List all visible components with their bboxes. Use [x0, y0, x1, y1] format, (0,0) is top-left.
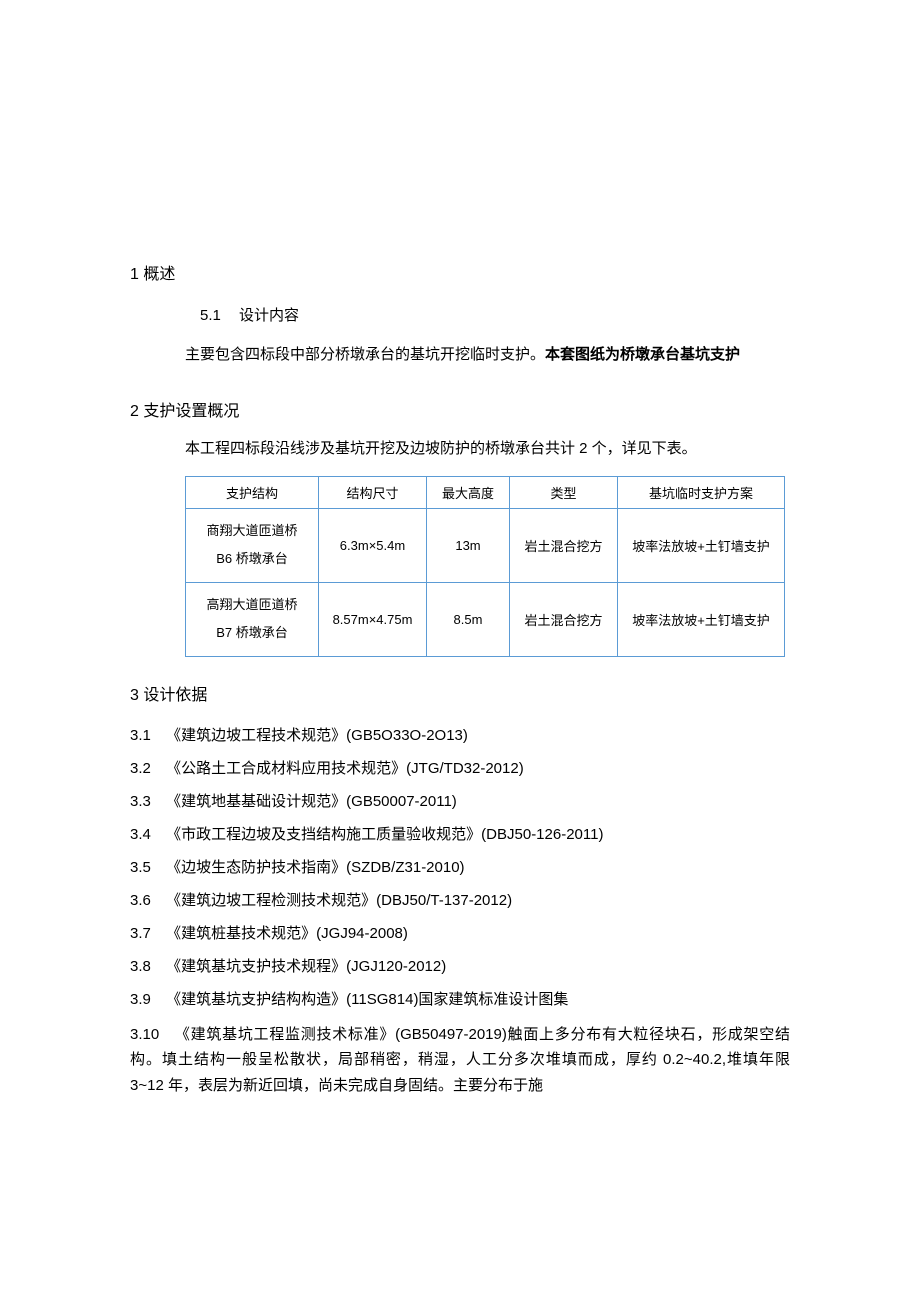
table-row: 商翔大道匝道桥 B6 桥墩承台 6.3m×5.4m 13m 岩土混合挖方 坡率法… — [186, 508, 785, 582]
reference-text: 《市政工程边坡及支挡结构施工质量验收规范》(DBJ50-126-2011) — [166, 826, 603, 843]
cell-line: B7 桥墩承台 — [216, 625, 288, 640]
reference-item: 3.2 《公路土工合成材料应用技术规范》(JTG/TD32-2012) — [130, 752, 790, 785]
table-row: 高翔大道匝道桥 B7 桥墩承台 8.57m×4.75m 8.5m 岩土混合挖方 … — [186, 582, 785, 656]
cell-plan: 坡率法放坡+土钉墙支护 — [618, 508, 785, 582]
section-1-heading: 1 概述 — [130, 260, 790, 284]
cell-height: 13m — [427, 508, 510, 582]
support-table: 支护结构 结构尺寸 最大高度 类型 基坑临时支护方案 商翔大道匝道桥 B6 桥墩… — [185, 476, 785, 657]
section-3-heading: 3 设计依据 — [130, 681, 790, 705]
cell-line: 商翔大道匝道桥 — [206, 523, 297, 538]
reference-item: 3.5 《边坡生态防护技术指南》(SZDB/Z31-2010) — [130, 851, 790, 884]
reference-number: 3.1 — [130, 719, 162, 752]
reference-number: 3.10 — [130, 1022, 170, 1048]
reference-item: 3.3 《建筑地基基础设计规范》(GB50007-2011) — [130, 785, 790, 818]
table-header-row: 支护结构 结构尺寸 最大高度 类型 基坑临时支护方案 — [186, 476, 785, 508]
cell-size: 8.57m×4.75m — [319, 582, 427, 656]
reference-number: 3.2 — [130, 752, 162, 785]
section-2-intro: 本工程四标段沿线涉及基坑开挖及边坡防护的桥墩承台共计 2 个，详见下表。 — [185, 435, 790, 464]
reference-number: 3.8 — [130, 950, 162, 983]
section-1-paragraph: 主要包含四标段中部分桥墩承台的基坑开挖临时支护。本套图纸为桥墩承台基坑支护 — [185, 341, 790, 370]
reference-number: 3.5 — [130, 851, 162, 884]
reference-number: 3.6 — [130, 884, 162, 917]
reference-item: 3.6 《建筑边坡工程检测技术规范》(DBJ50/T-137-2012) — [130, 884, 790, 917]
col-header-structure: 支护结构 — [186, 476, 319, 508]
reference-number: 3.9 — [130, 983, 162, 1016]
reference-item: 3.8 《建筑基坑支护技术规程》(JGJ120-2012) — [130, 950, 790, 983]
reference-item: 3.1 《建筑边坡工程技术规范》(GB5O33O-2O13) — [130, 719, 790, 752]
reference-text: 《公路土工合成材料应用技术规范》(JTG/TD32-2012) — [166, 760, 524, 777]
cell-line: 高翔大道匝道桥 — [206, 597, 297, 612]
section-1-sub: 5.1 设计内容 — [200, 302, 790, 331]
reference-item: 3.7 《建筑桩基技术规范》(JGJ94-2008) — [130, 917, 790, 950]
reference-item: 3.4 《市政工程边坡及支挡结构施工质量验收规范》(DBJ50-126-2011… — [130, 818, 790, 851]
document-page: 1 概述 5.1 设计内容 主要包含四标段中部分桥墩承台的基坑开挖临时支护。本套… — [0, 0, 920, 1198]
cell-size: 6.3m×5.4m — [319, 508, 427, 582]
cell-type: 岩土混合挖方 — [510, 582, 618, 656]
reference-text: 《边坡生态防护技术指南》(SZDB/Z31-2010) — [166, 859, 464, 876]
reference-text: 《建筑边坡工程技术规范》(GB5O33O-2O13) — [166, 727, 468, 744]
cell-height: 8.5m — [427, 582, 510, 656]
cell-plan: 坡率法放坡+土钉墙支护 — [618, 582, 785, 656]
cell-structure: 商翔大道匝道桥 B6 桥墩承台 — [186, 508, 319, 582]
cell-structure: 高翔大道匝道桥 B7 桥墩承台 — [186, 582, 319, 656]
reference-number: 3.7 — [130, 917, 162, 950]
col-header-type: 类型 — [510, 476, 618, 508]
reference-item: 3.9 《建筑基坑支护结构构造》(11SG814)国家建筑标准设计图集 — [130, 983, 790, 1016]
cell-type: 岩土混合挖方 — [510, 508, 618, 582]
col-header-plan: 基坑临时支护方案 — [618, 476, 785, 508]
reference-number: 3.4 — [130, 818, 162, 851]
section-1-para-bold: 本套图纸为桥墩承台基坑支护 — [545, 346, 740, 363]
section-1-sub-label: 设计内容 — [239, 307, 299, 324]
reference-text: 《建筑桩基技术规范》(JGJ94-2008) — [166, 925, 408, 942]
section-1-para-text: 主要包含四标段中部分桥墩承台的基坑开挖临时支护。 — [185, 346, 545, 363]
section-1-sub-number: 5.1 — [200, 302, 221, 331]
reference-text: 《建筑边坡工程检测技术规范》(DBJ50/T-137-2012) — [166, 892, 512, 909]
reference-text: 《建筑基坑支护结构构造》(11SG814)国家建筑标准设计图集 — [166, 991, 568, 1008]
cell-line: B6 桥墩承台 — [216, 551, 288, 566]
reference-number: 3.3 — [130, 785, 162, 818]
section-2-heading: 2 支护设置概况 — [130, 397, 790, 421]
reference-item-10: 3.10 《建筑基坑工程监测技术标准》(GB50497-2019)触面上多分布有… — [130, 1022, 790, 1099]
reference-text: 《建筑地基基础设计规范》(GB50007-2011) — [166, 793, 457, 810]
reference-text: 《建筑基坑工程监测技术标准》(GB50497-2019)触面上多分布有大粒径块石… — [130, 1026, 790, 1094]
col-header-size: 结构尺寸 — [319, 476, 427, 508]
reference-text: 《建筑基坑支护技术规程》(JGJ120-2012) — [166, 958, 446, 975]
col-header-height: 最大高度 — [427, 476, 510, 508]
